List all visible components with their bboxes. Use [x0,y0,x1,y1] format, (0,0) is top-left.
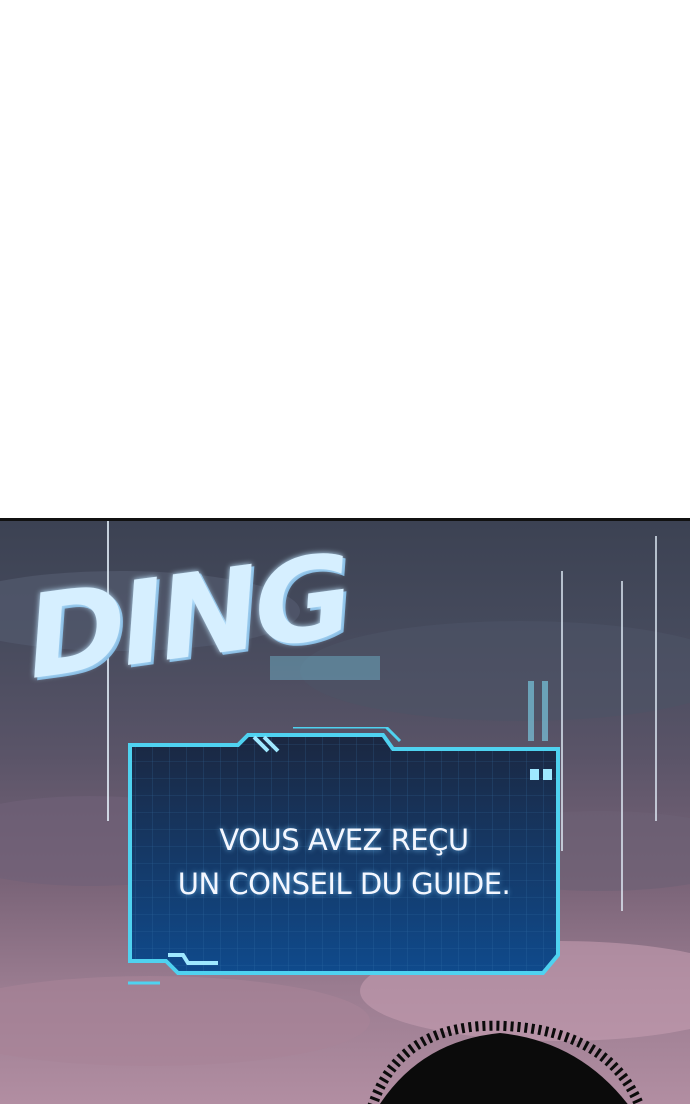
comic-panel: VOUS AVEZ REÇU UN CONSEIL DU GUIDE. DING [0,518,690,1104]
system-message: VOUS AVEZ REÇU UN CONSEIL DU GUIDE. [134,818,554,906]
blank-gutter [0,0,690,518]
pause-icon [530,769,539,780]
message-line-1: VOUS AVEZ REÇU [219,823,469,857]
message-line-2: UN CONSEIL DU GUIDE. [177,867,511,901]
